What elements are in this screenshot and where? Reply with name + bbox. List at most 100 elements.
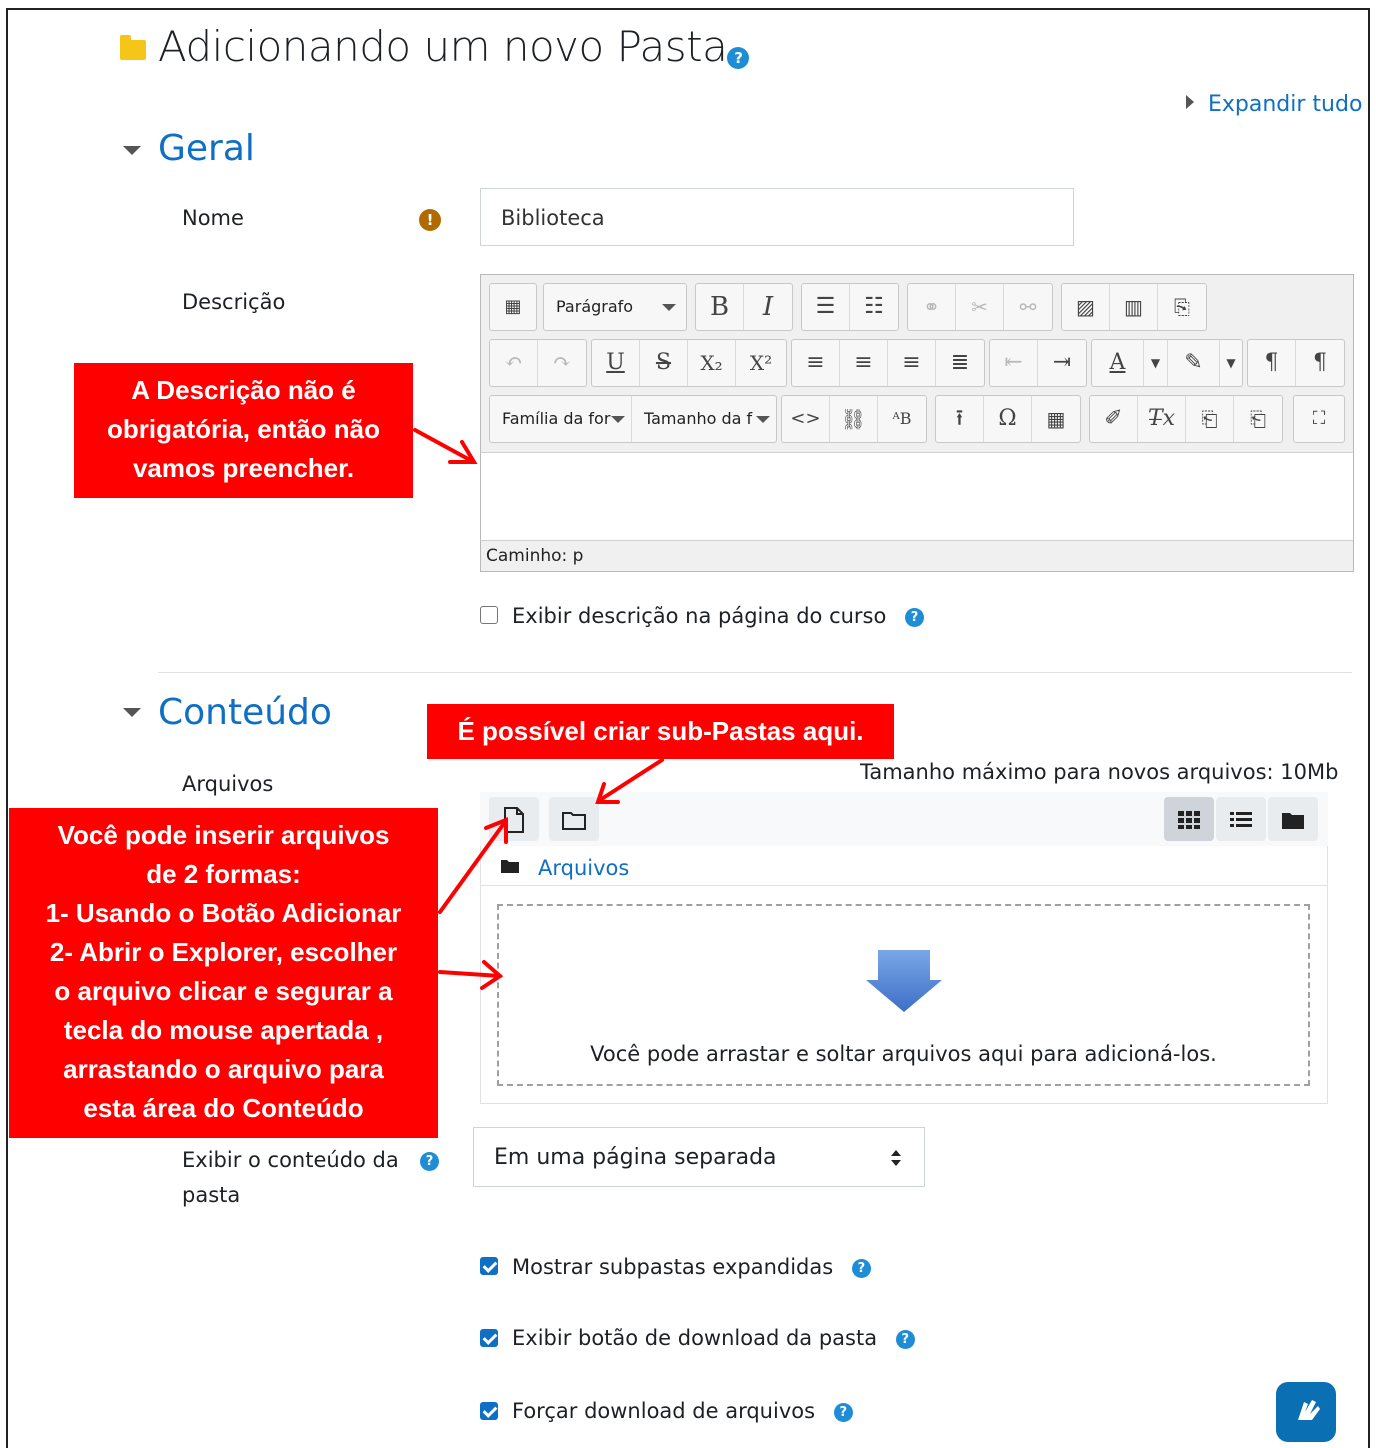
font-family-select[interactable]: Família da for [490, 396, 632, 442]
text-color-icon[interactable]: A [1092, 340, 1144, 386]
callout-line: A Descrição não é [131, 375, 356, 405]
align-group: ≡ ≡ ≡ ≣ [791, 339, 985, 387]
display-select[interactable]: Em uma página separada [473, 1127, 925, 1187]
image-icon[interactable]: ▨ [1062, 284, 1110, 330]
replace-icon[interactable]: ᴬB [878, 396, 926, 442]
paragraph-select[interactable]: Parágrafo [544, 284, 686, 330]
required-icon: ! [419, 209, 441, 231]
link-group: ⚭ ✂ ⚯ [907, 283, 1053, 331]
show-subfolders-text: Mostrar subpastas expandidas [512, 1255, 834, 1279]
help-icon[interactable]: ? [833, 1402, 853, 1422]
toolbar-toggle-icon[interactable]: ▦ [490, 284, 536, 330]
background-color-dropdown-icon[interactable]: ▼ [1220, 340, 1242, 386]
folder-icon [120, 35, 146, 60]
superscript-icon[interactable]: X² [736, 340, 786, 386]
show-subfolders-label: Mostrar subpastas expandidas ? [512, 1255, 871, 1279]
expand-all-link[interactable]: Expandir tudo [1186, 92, 1362, 117]
accessibility-button[interactable] [1276, 1382, 1336, 1442]
list-group: ☰ ☷ [801, 283, 899, 331]
editor-content-area[interactable] [480, 452, 1354, 540]
filemanager-path-link[interactable]: Arquivos [538, 856, 629, 880]
show-description-checkbox[interactable] [480, 606, 498, 624]
help-icon[interactable]: ? [895, 1329, 915, 1349]
help-icon[interactable]: ? [851, 1258, 871, 1278]
view-tree-button[interactable] [1268, 797, 1318, 841]
fullscreen-icon[interactable]: ⛶ [1294, 396, 1344, 442]
show-subfolders-checkbox[interactable] [480, 1257, 498, 1275]
show-description-label: Exibir descrição na página do curso ? [512, 604, 925, 628]
link-icon[interactable]: ⚭ [908, 284, 956, 330]
callout-line: tecla do mouse apertada , [63, 1015, 384, 1045]
view-list-button[interactable] [1216, 797, 1266, 841]
align-center-icon[interactable]: ≡ [840, 340, 888, 386]
chevron-down-icon[interactable] [123, 708, 141, 717]
callout-line: vamos preencher. [132, 453, 355, 483]
undo-group: ↶ ↷ [489, 339, 587, 387]
manage-files-icon[interactable]: ⎘ [1158, 284, 1206, 330]
fullscreen-group: ⛶ [1293, 395, 1345, 443]
force-download-label: Forçar download de arquivos ? [512, 1399, 853, 1423]
grid-icon [1178, 810, 1200, 829]
nome-input[interactable]: Biblioteca [480, 188, 1074, 246]
section-conteudo-title[interactable]: Conteúdo [158, 692, 332, 733]
caret-right-icon [1186, 95, 1194, 109]
bold-icon[interactable]: B [696, 284, 744, 330]
font-size-select[interactable]: Tamanho da f [632, 396, 776, 442]
editor-path-bar: Caminho: p [480, 540, 1354, 572]
rtl-icon[interactable]: ¶ [1296, 340, 1344, 386]
anchor-icon[interactable]: ⚯ [1004, 284, 1052, 330]
chevron-down-icon[interactable] [123, 146, 141, 155]
filemanager-toolbar [480, 792, 1328, 846]
file-add-icon [504, 806, 524, 833]
paste-word-icon[interactable]: ⎗ [1234, 396, 1282, 442]
table-icon[interactable]: ▦ [1032, 396, 1080, 442]
display-select-value: Em uma página separada [494, 1145, 777, 1170]
create-folder-button[interactable] [549, 797, 599, 841]
show-download-text: Exibir botão de download da pasta [512, 1326, 878, 1350]
strikethrough-icon[interactable]: S [640, 340, 688, 386]
code-icon[interactable]: <> [782, 396, 830, 442]
text-style-group: B I [695, 283, 793, 331]
outdent-icon[interactable]: ⇤ [990, 340, 1038, 386]
force-download-checkbox[interactable] [480, 1402, 498, 1420]
show-download-checkbox[interactable] [480, 1329, 498, 1347]
upload-icon[interactable]: ⭱ [936, 396, 984, 442]
callout-line: de 2 formas: [146, 859, 301, 889]
underline-icon[interactable]: U [592, 340, 640, 386]
find-icon[interactable]: ⛓ [830, 396, 878, 442]
callout-line: 2- Abrir o Explorer, escolher [49, 937, 398, 967]
undo-icon[interactable]: ↶ [490, 340, 538, 386]
bullet-list-icon[interactable]: ☰ [802, 284, 850, 330]
show-description-text: Exibir descrição na página do curso [512, 604, 887, 628]
callout-line: o arquivo clicar e segurar a [54, 976, 393, 1006]
decoration-group: U S X₂ X² [591, 339, 787, 387]
unlink-icon[interactable]: ✂ [956, 284, 1004, 330]
force-download-text: Forçar download de arquivos [512, 1399, 816, 1423]
descricao-label: Descrição [182, 290, 286, 314]
italic-icon[interactable]: I [744, 284, 792, 330]
special-char-icon[interactable]: Ω [984, 396, 1032, 442]
align-justify-icon[interactable]: ≣ [936, 340, 984, 386]
editor-path-text: Caminho: p [486, 546, 584, 566]
clean-icon[interactable]: ✐ [1090, 396, 1138, 442]
subscript-icon[interactable]: X₂ [688, 340, 736, 386]
indent-icon[interactable]: ⇥ [1038, 340, 1086, 386]
media-icon[interactable]: ▥ [1110, 284, 1158, 330]
help-icon[interactable]: ? [420, 1152, 439, 1171]
numbered-list-icon[interactable]: ☷ [850, 284, 898, 330]
help-icon[interactable]: ? [727, 47, 750, 69]
view-icons-button[interactable] [1164, 797, 1214, 841]
redo-icon[interactable]: ↷ [538, 340, 586, 386]
help-icon[interactable]: ? [905, 607, 925, 627]
hand-icon [1298, 1400, 1320, 1420]
paste-text-icon[interactable]: ⎗ [1186, 396, 1234, 442]
clear-format-icon[interactable]: T̶x [1138, 396, 1186, 442]
background-color-icon[interactable]: ✎ [1168, 340, 1220, 386]
align-right-icon[interactable]: ≡ [888, 340, 936, 386]
align-left-icon[interactable]: ≡ [792, 340, 840, 386]
section-geral-title[interactable]: Geral [158, 128, 255, 169]
ltr-icon[interactable]: ¶ [1248, 340, 1296, 386]
add-file-button[interactable] [489, 797, 539, 841]
text-color-dropdown-icon[interactable]: ▼ [1144, 340, 1168, 386]
font-family-select-label: Família da for [502, 409, 611, 428]
